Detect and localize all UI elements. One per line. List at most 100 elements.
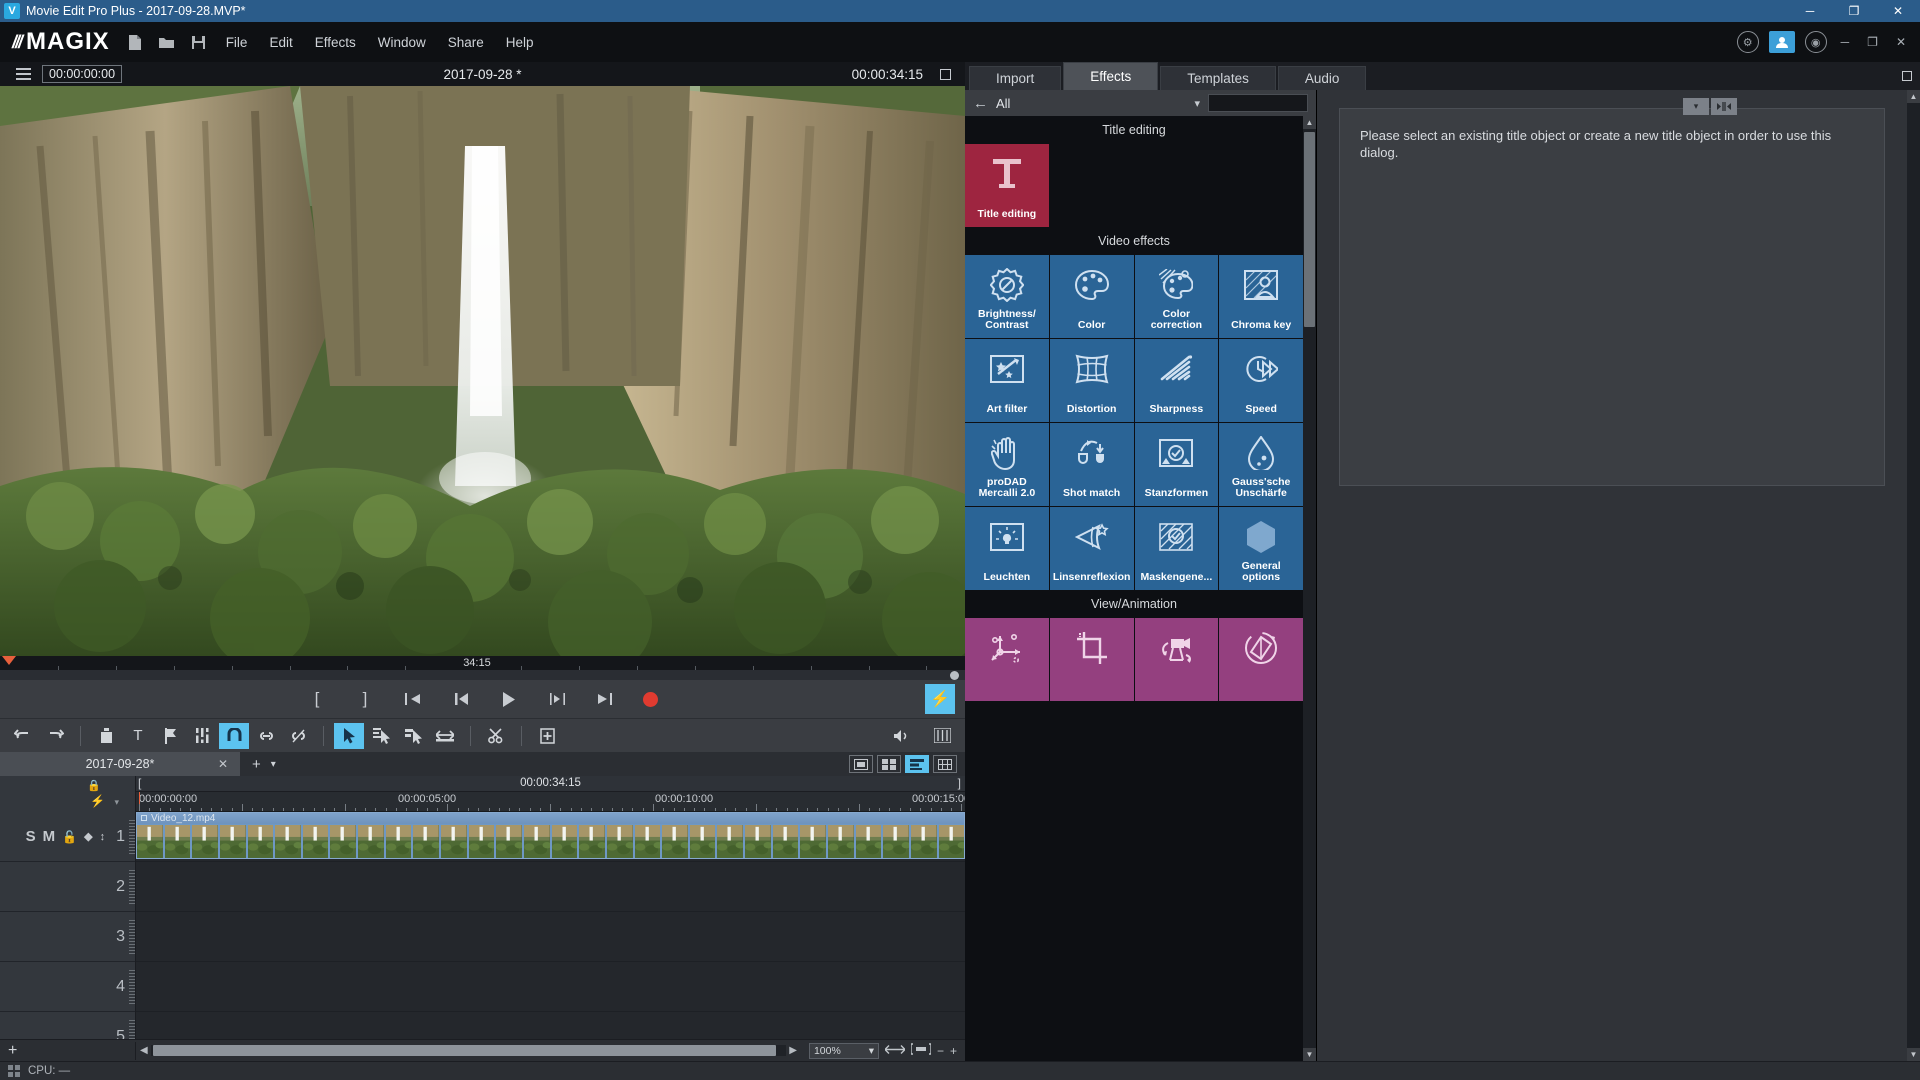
maximize-icon[interactable] [1902,71,1912,81]
effect-tile[interactable]: Leuchten [965,507,1049,590]
track-header-3[interactable]: 3 [0,912,135,962]
effect-tile[interactable]: Color correction [1134,255,1219,338]
audio-mix-button[interactable] [187,723,217,749]
timeline-ruler[interactable]: 00:00:00:00 00:00:05:00 00:00:10:00 00:0… [136,792,965,812]
view-scene-overview-button[interactable] [877,755,901,773]
next-frame-button[interactable] [547,692,567,706]
volume-arrows-icon[interactable]: ◆ [84,830,92,843]
track-header-5[interactable]: 5 [0,1012,135,1039]
track-lane-5[interactable] [136,1012,965,1039]
speaker-icon[interactable] [887,723,917,749]
effect-tile[interactable]: Chroma key [1219,255,1303,338]
panel-close-button[interactable]: ✕ [1892,35,1910,49]
effect-tile[interactable]: Sharpness [1134,339,1219,422]
preview-scrub-ruler[interactable]: 34:15 [0,656,965,670]
menu-item-share[interactable]: Share [448,35,484,50]
preview-timecode-current[interactable]: 00:00:00:00 [42,65,123,83]
effect-tile[interactable] [965,618,1049,701]
tab-audio[interactable]: Audio [1277,66,1367,90]
track-header-2[interactable]: 2 [0,862,135,912]
scroll-down-button[interactable]: ▼ [1303,1048,1316,1061]
timeline-horizontal-scrollbar[interactable]: ◀ ▶ [136,1045,801,1056]
scrollbar-thumb[interactable] [152,1045,776,1056]
chevron-down-icon[interactable]: ▾ [1194,97,1200,110]
snap-magnet-button[interactable] [219,722,249,749]
project-tab[interactable]: 2017-09-28* ✕ [0,752,240,776]
scrollbar-thumb[interactable] [1304,132,1315,327]
effect-tile[interactable]: Color [1049,255,1134,338]
unlink-button[interactable] [283,723,313,749]
add-track-button[interactable]: + [0,1041,136,1060]
effect-tile[interactable]: Speed [1219,339,1303,422]
mouse-mode-arrow-button[interactable] [334,722,364,749]
scroll-left-button[interactable]: ◀ [140,1045,148,1056]
effect-tile[interactable]: Stanzformen [1134,423,1219,506]
view-storyboard-button[interactable] [849,755,873,773]
effect-tile[interactable]: Gauss'sche Unschärfe [1219,423,1303,506]
track-resize-grip[interactable] [129,870,135,904]
add-project-button[interactable]: + [252,756,261,773]
window-maximize-button[interactable]: ❐ [1832,0,1876,22]
track-lanes[interactable]: Video_12.mp4 [136,812,965,1039]
effects-scrollbar[interactable]: ▲ ▼ [1303,116,1316,1061]
effect-tile[interactable]: Title editing [965,144,1049,227]
link-button[interactable] [251,723,281,749]
undo-button[interactable] [8,723,38,749]
range-out-bracket[interactable]: ] [958,777,961,789]
zoom-out-button[interactable]: − [937,1044,944,1058]
track-lane-2[interactable] [136,862,965,912]
panel-restore-button[interactable]: ❐ [1863,35,1882,49]
effect-tile[interactable]: Shot match [1049,423,1134,506]
effect-tile[interactable] [1219,618,1303,701]
effect-tile[interactable]: Linsenreflexion [1049,507,1134,590]
menu-item-edit[interactable]: Edit [269,35,292,50]
scroll-up-button[interactable]: ▲ [1907,90,1920,103]
scrollbar-track[interactable] [150,1045,787,1056]
menu-item-help[interactable]: Help [506,35,534,50]
new-file-icon[interactable] [126,33,144,51]
menu-item-effects[interactable]: Effects [315,35,356,50]
scroll-down-button[interactable]: ▼ [1907,1048,1920,1061]
mouse-mode-single-object-button[interactable] [366,723,396,749]
track-header-1[interactable]: S M 🔓 ◆ ↕ 1 [0,812,135,862]
mouse-mode-all-objects-button[interactable] [398,723,428,749]
effect-tile[interactable]: proDAD Mercalli 2.0 [965,423,1049,506]
timeline-range-bar[interactable]: [ 00:00:34:15 ] [136,776,965,792]
track-resize-grip[interactable] [129,1020,135,1039]
track-lane-1[interactable]: Video_12.mp4 [136,812,965,862]
fade-arrows-icon[interactable]: ↕ [100,831,106,843]
effect-tile[interactable]: Brightness/Contrast [965,255,1049,338]
scroll-up-button[interactable]: ▲ [1303,116,1316,129]
redo-button[interactable] [40,723,70,749]
record-circle-icon[interactable]: ◉ [1804,31,1827,53]
quick-export-flash-button[interactable]: ⚡ [925,684,955,714]
marker-button[interactable] [155,723,185,749]
dialog-dropdown-button[interactable]: ▾ [1683,98,1709,115]
scroll-right-button[interactable]: ▶ [789,1045,797,1056]
record-button[interactable] [643,691,658,707]
track-mute-button[interactable]: M [43,828,56,845]
open-folder-icon[interactable] [158,33,176,51]
lock-icon[interactable]: 🔓 [62,830,77,844]
right-panel-scrollbar[interactable]: ▲ ▼ [1907,90,1920,1061]
effect-tile[interactable]: Distortion [1049,339,1134,422]
effects-search-input[interactable] [1208,94,1308,112]
hamburger-icon[interactable] [10,68,36,80]
insert-button[interactable] [532,723,562,749]
chevron-down-icon[interactable]: ▾ [114,797,119,808]
back-arrow-icon[interactable]: ← [973,95,988,112]
effect-tile[interactable]: Maskengene... [1134,507,1219,590]
jump-to-start-button[interactable] [403,692,423,706]
cut-scissors-button[interactable] [481,723,511,749]
zoom-in-button[interactable]: + [950,1044,957,1058]
chevron-down-icon[interactable]: ▾ [271,759,276,770]
effect-tile[interactable] [1134,618,1219,701]
title-button[interactable]: T [123,723,153,749]
panel-minimize-button[interactable]: ─ [1837,35,1854,49]
previous-frame-button[interactable] [451,692,471,706]
save-disk-icon[interactable] [190,33,208,51]
mouse-mode-stretch-button[interactable] [430,723,460,749]
mixer-icon[interactable] [927,723,957,749]
track-resize-grip[interactable] [129,820,135,854]
scrollbar-knob[interactable] [950,671,959,680]
